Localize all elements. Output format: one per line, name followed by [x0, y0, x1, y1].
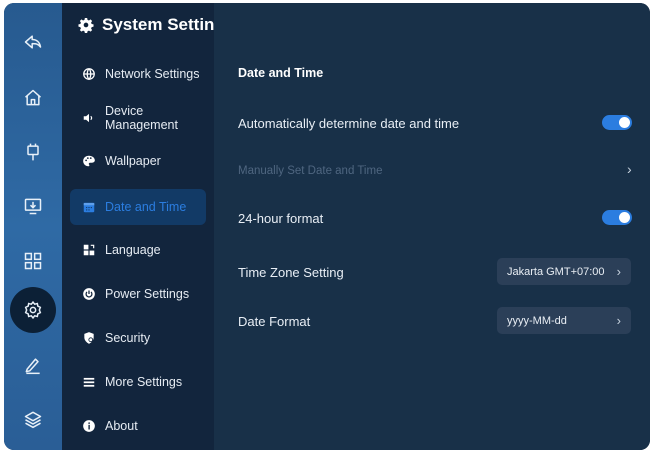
toggle-knob — [619, 212, 630, 223]
section-title: Date and Time — [238, 66, 324, 80]
back-button[interactable] — [4, 20, 62, 64]
language-icon — [83, 244, 95, 256]
menu-item-wallpaper[interactable]: Wallpaper — [70, 143, 206, 179]
date-format-select[interactable]: yyyy-MM-dd › — [497, 307, 631, 334]
auto-date-toggle[interactable] — [602, 115, 632, 130]
globe-icon — [83, 68, 95, 81]
chevron-right-icon: › — [616, 264, 621, 279]
calendar-icon — [83, 202, 95, 213]
menu-item-label: Language — [105, 243, 161, 257]
tools-button[interactable] — [4, 130, 62, 174]
menu-item-label: Security — [105, 331, 151, 345]
apps-button[interactable] — [4, 239, 62, 283]
nav-rail — [4, 3, 62, 450]
pen-button[interactable] — [4, 343, 62, 387]
menu-item-label: Device Management — [105, 104, 178, 132]
settings-button[interactable] — [4, 288, 62, 332]
date-format-value: yyyy-MM-dd — [507, 314, 567, 327]
menu-item-network-settings[interactable]: Network Settings — [70, 56, 206, 92]
page-header: System Settings — [78, 12, 234, 38]
menu-item-label: More Settings — [105, 375, 183, 389]
manual-set-label: Manually Set Date and Time — [238, 165, 383, 177]
timezone-label: Time Zone Setting — [238, 265, 344, 280]
info-icon — [83, 420, 95, 432]
gear-icon — [78, 18, 94, 33]
settings-gear-icon — [24, 300, 42, 320]
menu-item-language[interactable]: Language — [70, 232, 206, 268]
date-format-label: Date Format — [238, 314, 311, 329]
menu-item-security[interactable]: Security — [70, 320, 206, 356]
palette-icon — [83, 155, 95, 167]
menu-item-device-management[interactable]: Device Management — [70, 100, 206, 136]
shield-icon — [84, 332, 94, 344]
hour24-label: 24-hour format — [238, 211, 324, 226]
menu-item-label: About — [105, 419, 138, 433]
power-icon — [83, 288, 95, 300]
menu-item-power-settings[interactable]: Power Settings — [70, 276, 206, 312]
home-icon — [25, 89, 41, 106]
layers-button[interactable] — [4, 397, 62, 441]
apps-grid-icon — [24, 252, 42, 270]
pen-icon — [25, 358, 40, 375]
timezone-select[interactable]: Jakarta GMT+07:00 › — [497, 258, 631, 285]
home-button[interactable] — [4, 76, 62, 120]
screen-share-button[interactable] — [4, 184, 62, 228]
menu-item-more-settings[interactable]: More Settings — [70, 364, 206, 400]
menu-item-label: Date and Time — [105, 200, 187, 214]
timezone-value: Jakarta GMT+07:00 — [507, 265, 605, 278]
auto-date-label: Automatically determine date and time — [238, 116, 460, 131]
menu-item-date-and-time[interactable]: Date and Time — [70, 189, 206, 225]
speaker-icon — [83, 113, 93, 123]
chevron-right-icon[interactable]: › — [627, 161, 632, 177]
hour24-toggle[interactable] — [602, 210, 632, 225]
list-icon — [83, 377, 95, 387]
screen-share-icon — [24, 198, 42, 215]
menu-item-label: Wallpaper — [105, 154, 161, 168]
toggle-knob — [619, 117, 630, 128]
tools-icon — [27, 143, 39, 161]
menu-item-about[interactable]: About — [70, 408, 206, 444]
chevron-right-icon: › — [616, 313, 621, 328]
back-icon — [24, 35, 42, 49]
layers-icon — [24, 411, 42, 429]
menu-item-label: Power Settings — [105, 287, 190, 301]
menu-item-label: Network Settings — [105, 67, 200, 81]
